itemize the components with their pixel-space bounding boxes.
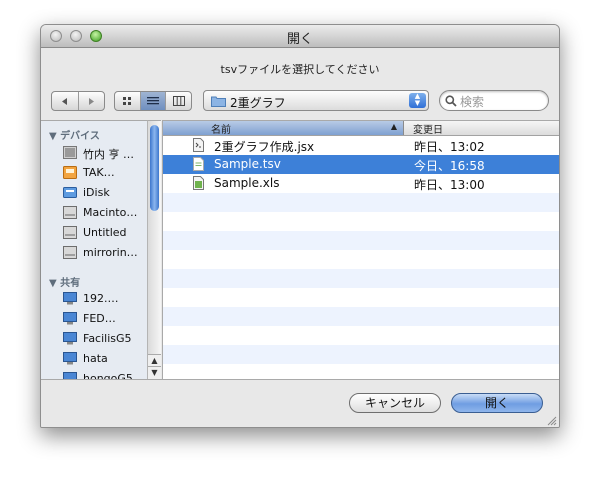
empty-row xyxy=(163,307,559,326)
file-name: Sample.tsv xyxy=(214,157,281,171)
title-bar[interactable]: 開く xyxy=(41,25,559,48)
sidebar-item-computer[interactable]: 竹内 亨 … xyxy=(63,145,159,162)
network-computer-icon xyxy=(63,332,77,345)
file-row[interactable]: 2重グラフ作成.jsx 昨日、13:02 xyxy=(163,136,559,155)
network-computer-icon xyxy=(63,292,77,305)
window-title: 開く xyxy=(286,32,313,47)
sidebar-section-shared[interactable]: ▼ 共有 xyxy=(49,274,80,289)
sidebar-section-devices[interactable]: ▼ デバイス xyxy=(49,127,100,142)
cancel-button[interactable]: キャンセル xyxy=(349,393,441,413)
script-file-icon xyxy=(193,138,204,152)
sort-ascending-icon: ▲ xyxy=(390,122,397,131)
sidebar-item-192[interactable]: 192.… ⏏ xyxy=(63,291,159,308)
triangle-right-icon xyxy=(88,97,94,105)
sidebar-item-label: FacilisG5 xyxy=(83,332,132,345)
sidebar-item-label: iDisk xyxy=(83,186,110,199)
search-field[interactable]: 検索 xyxy=(439,90,549,111)
empty-row xyxy=(163,269,559,288)
sidebar-item-fed[interactable]: FED… ⏏ xyxy=(63,311,159,328)
back-button[interactable] xyxy=(52,92,79,110)
triangle-left-icon xyxy=(62,97,68,105)
name-column-label: 名前 xyxy=(211,125,231,136)
text-file-icon xyxy=(193,157,204,171)
idisk-icon xyxy=(63,187,77,198)
sidebar-item-label: Untitled xyxy=(83,226,127,239)
harddisk-icon xyxy=(63,246,77,259)
harddisk-icon xyxy=(63,226,77,239)
list-view-button[interactable] xyxy=(140,92,167,110)
empty-row xyxy=(163,345,559,364)
icon-view-icon xyxy=(122,97,131,105)
sidebar-item-untitled[interactable]: Untitled xyxy=(63,225,159,242)
sidebar-item-label: TAK… xyxy=(83,166,115,179)
sidebar: ▼ デバイス 竹内 亨 … TAK… ⏏ iDisk Macinto… Unti… xyxy=(41,120,161,380)
harddisk-icon xyxy=(63,206,77,219)
open-button[interactable]: 開く xyxy=(451,393,543,413)
sidebar-scrollbar[interactable]: ▲ ▼ xyxy=(147,120,161,379)
popup-arrows-icon: ▲ ▼ xyxy=(409,93,426,108)
file-row-selected[interactable]: Sample.tsv 今日、16:58 xyxy=(163,155,559,174)
scroll-down-arrow[interactable]: ▼ xyxy=(148,366,161,379)
dialog-prompt: tsvファイルを選択してください xyxy=(220,63,380,76)
sidebar-item-tak[interactable]: TAK… ⏏ xyxy=(63,165,159,182)
empty-row xyxy=(163,193,559,212)
button-bar: キャンセル 開く xyxy=(41,379,559,427)
search-placeholder: 検索 xyxy=(460,95,485,109)
resize-grip-icon[interactable] xyxy=(547,416,557,426)
sidebar-item-label: 竹内 亨 … xyxy=(83,148,134,161)
sidebar-item-facilisg5[interactable]: FacilisG5 xyxy=(63,331,159,348)
file-name: 2重グラフ作成.jsx xyxy=(214,140,315,154)
network-computer-icon xyxy=(63,352,77,365)
history-navigation xyxy=(51,91,105,111)
forward-button[interactable] xyxy=(79,92,105,110)
sidebar-item-mirroring[interactable]: mirrorin… xyxy=(63,245,159,262)
sidebar-item-hata[interactable]: hata xyxy=(63,351,159,368)
file-date: 昨日、13:02 xyxy=(414,140,485,154)
column-view-icon xyxy=(172,96,185,106)
open-dialog: 開く tsvファイルを選択してください 2重グラフ ▲ ▼ 検索 ▼ デバイス … xyxy=(40,24,560,428)
location-label: 2重グラフ xyxy=(230,96,286,110)
spreadsheet-file-icon xyxy=(193,176,204,190)
search-icon xyxy=(445,95,457,107)
file-name: Sample.xls xyxy=(214,176,280,190)
file-date: 昨日、13:00 xyxy=(414,178,485,192)
date-column-header[interactable]: 変更日 xyxy=(413,121,443,136)
file-row[interactable]: Sample.xls 昨日、13:00 xyxy=(163,174,559,193)
sidebar-item-idisk[interactable]: iDisk xyxy=(63,185,159,202)
scrollbar-thumb[interactable] xyxy=(150,125,159,211)
folder-icon xyxy=(211,96,226,107)
sidebar-item-macintosh[interactable]: Macinto… xyxy=(63,205,159,222)
file-date: 今日、16:58 xyxy=(414,159,485,173)
list-view-icon xyxy=(147,97,159,105)
location-popup[interactable]: 2重グラフ ▲ ▼ xyxy=(203,90,429,111)
view-mode-switcher xyxy=(114,91,192,111)
icon-view-button[interactable] xyxy=(115,92,141,110)
sidebar-item-label: FED… xyxy=(83,312,116,325)
sidebar-item-label: hata xyxy=(83,352,108,365)
column-view-button[interactable] xyxy=(166,92,191,110)
computer-icon xyxy=(63,146,77,159)
list-header: 名前 ▲ 変更日 xyxy=(163,121,559,136)
empty-row xyxy=(163,231,559,250)
name-column-header[interactable]: 名前 ▲ xyxy=(163,121,404,136)
network-computer-icon xyxy=(63,312,77,325)
sidebar-item-label: mirrorin… xyxy=(83,246,138,259)
disk-icon xyxy=(63,166,77,179)
file-list: 名前 ▲ 変更日 2重グラフ作成.jsx 昨日、13:02 Sample.tsv… xyxy=(162,120,559,380)
sidebar-item-label: 192.… xyxy=(83,292,119,305)
sidebar-item-label: Macinto… xyxy=(83,206,138,219)
